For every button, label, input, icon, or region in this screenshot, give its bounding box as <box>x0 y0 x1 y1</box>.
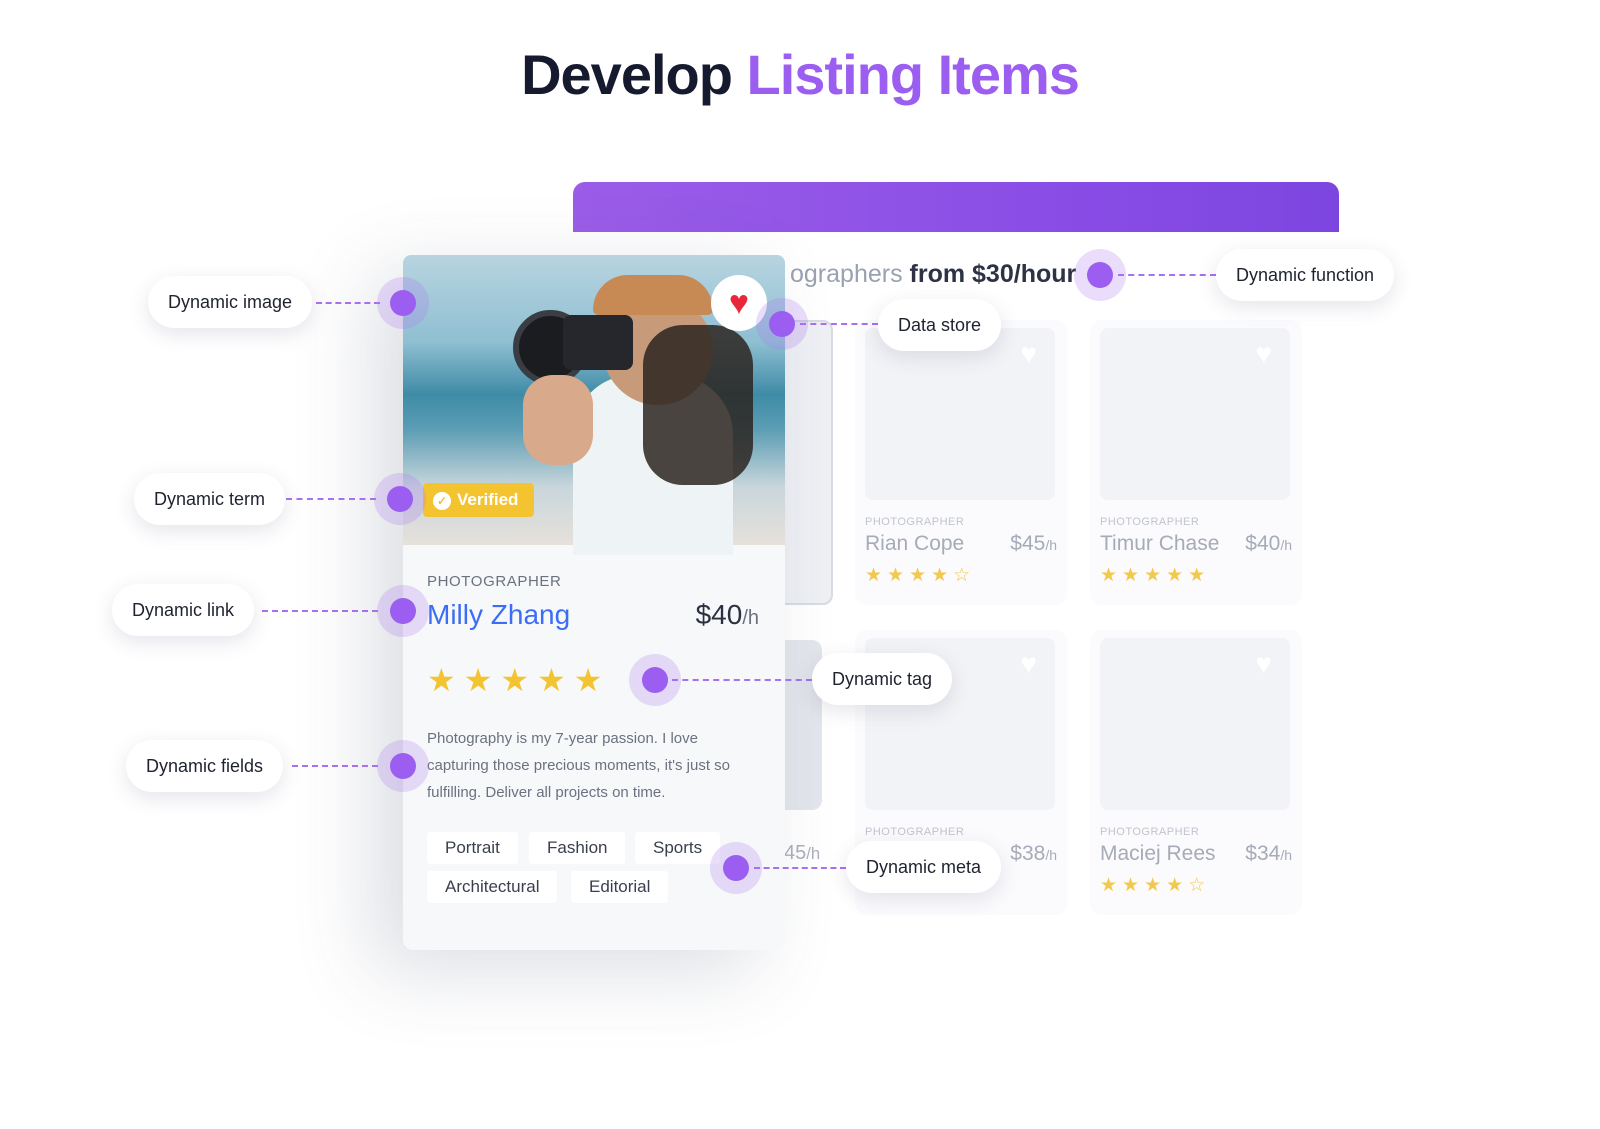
annotation-dynamic-meta: Dynamic meta <box>846 841 1002 893</box>
listing-card[interactable]: ♥ PHOTOGRAPHER Rian Cope $45/h ★★★★☆ <box>855 320 1067 605</box>
annotation-dynamic-term: Dynamic term <box>134 473 286 525</box>
star-rating: ★★★★★ <box>1100 565 1211 586</box>
hourly-price: $40/h <box>695 599 759 630</box>
listing-card[interactable]: ♥ PHOTOGRAPHER Maciej Rees $34/h ★★★★☆ <box>1090 630 1302 915</box>
annotation-data-store: Data store <box>878 299 1002 351</box>
tag-fashion[interactable]: Fashion <box>529 832 626 864</box>
tag-editorial[interactable]: Editorial <box>571 871 669 903</box>
heart-icon[interactable]: ♥ <box>1020 648 1037 680</box>
annotation-marker <box>374 473 426 525</box>
annotation-dynamic-fields: Dynamic fields <box>126 740 284 792</box>
tag-portrait[interactable]: Portrait <box>427 832 518 864</box>
star-rating: ★★★★☆ <box>865 565 976 586</box>
card-price: $34/h <box>1245 842 1292 865</box>
ghost-price: 45/h <box>784 842 821 864</box>
tag-architectural[interactable]: Architectural <box>427 871 558 903</box>
bio-text: Photography is my 7-year passion. I love… <box>427 730 731 801</box>
card-price: $45/h <box>1010 532 1057 555</box>
role-label: PHOTOGRAPHER <box>427 573 562 590</box>
tag-sports[interactable]: Sports <box>635 832 721 864</box>
verified-badge: ✓ Verified <box>423 483 535 517</box>
listing-card[interactable]: ♥ PHOTOGRAPHER Timur Chase $40/h ★★★★★ <box>1090 320 1302 605</box>
annotation-dynamic-image: Dynamic image <box>148 276 313 328</box>
heart-icon[interactable]: ♥ <box>1255 338 1272 370</box>
annotation-marker <box>377 585 429 637</box>
card-price: $38/h <box>1010 842 1057 865</box>
card-name[interactable]: Maciej Rees <box>1100 842 1216 866</box>
page-title: Develop Listing Items <box>521 43 1080 106</box>
photographer-name-link[interactable]: Milly Zhang <box>427 599 570 631</box>
card-price: $40/h <box>1245 532 1292 555</box>
annotation-marker <box>377 740 429 792</box>
check-icon: ✓ <box>433 492 451 510</box>
card-name[interactable]: Timur Chase <box>1100 532 1219 556</box>
annotation-dynamic-tag: Dynamic tag <box>812 653 953 705</box>
card-name[interactable]: Rian Cope <box>865 532 964 556</box>
star-rating: ★★★★☆ <box>1100 875 1211 896</box>
annotation-marker <box>377 277 429 329</box>
star-rating: ★★★★★ <box>427 662 611 698</box>
heart-icon[interactable]: ♥ <box>1255 648 1272 680</box>
listing-subheading: ographers from $30/hour <box>790 260 1077 288</box>
annotation-dynamic-function: Dynamic function <box>1216 249 1395 301</box>
listing-header-bar <box>573 182 1339 232</box>
annotation-dynamic-link: Dynamic link <box>112 584 255 636</box>
heart-icon[interactable]: ♥ <box>1020 338 1037 370</box>
